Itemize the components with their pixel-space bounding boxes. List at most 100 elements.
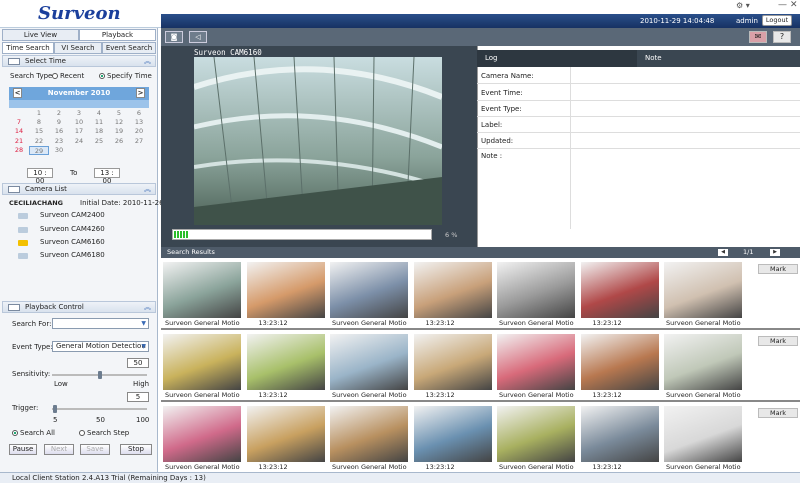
calendar-day[interactable]: 30: [49, 146, 69, 155]
result-thumbnail[interactable]: [330, 334, 408, 390]
calendar-day[interactable]: 13: [129, 118, 149, 127]
calendar-day[interactable]: 14: [9, 127, 29, 136]
tab-time-search[interactable]: Time Search: [2, 42, 54, 54]
prev-page-button[interactable]: ◀: [718, 249, 728, 256]
collapse-icon[interactable]: ︽: [144, 56, 151, 66]
collapse-icon[interactable]: ︽: [144, 184, 151, 194]
prev-month-button[interactable]: <: [13, 88, 22, 98]
result-thumbnail[interactable]: [664, 334, 742, 390]
result-thumbnail[interactable]: [497, 262, 575, 318]
calendar-day[interactable]: [9, 109, 29, 118]
logout-button[interactable]: Logout: [762, 15, 792, 26]
playback-progress-bar[interactable]: [172, 229, 432, 240]
calendar-day[interactable]: 11: [89, 118, 109, 127]
radio-circle[interactable]: [99, 73, 105, 79]
calendar-day[interactable]: 27: [129, 137, 149, 146]
next-page-button[interactable]: ▶: [770, 249, 780, 256]
to-time-input[interactable]: 13 : 00: [94, 168, 120, 185]
trigger-knob[interactable]: [53, 405, 57, 413]
result-thumbnail[interactable]: [580, 334, 659, 390]
radio-circle[interactable]: [52, 73, 58, 79]
result-thumbnail[interactable]: [413, 406, 492, 462]
mark-button[interactable]: Mark: [758, 264, 798, 274]
tab-vi-search[interactable]: VI Search: [54, 42, 102, 54]
radio-circle[interactable]: [12, 430, 18, 436]
camera-list-header[interactable]: Camera List ︽: [2, 183, 156, 195]
tab-event-search[interactable]: Event Search: [102, 42, 156, 54]
event-type-select[interactable]: General Motion Detection ▼: [52, 341, 149, 352]
result-thumbnail[interactable]: [246, 406, 325, 462]
calendar-day[interactable]: 26: [109, 137, 129, 146]
video-frame[interactable]: [194, 57, 442, 225]
playback-control-header[interactable]: Playback Control ︽: [2, 301, 156, 313]
calendar-day[interactable]: 2: [49, 109, 69, 118]
result-thumbnail[interactable]: [413, 334, 492, 390]
tab-log[interactable]: Log: [477, 50, 637, 67]
result-thumbnail[interactable]: [413, 262, 492, 318]
next-button[interactable]: Next: [44, 444, 74, 455]
calendar-day[interactable]: 8: [29, 118, 49, 127]
result-thumbnail[interactable]: [330, 262, 408, 318]
mark-button[interactable]: Mark: [758, 336, 798, 346]
calendar-day[interactable]: 6: [129, 109, 149, 118]
settings-menu-icon[interactable]: ⚙ ▾: [736, 1, 750, 10]
radio-search-step[interactable]: Search Step: [79, 429, 129, 437]
result-thumbnail[interactable]: [163, 406, 241, 462]
stop-button[interactable]: Stop: [120, 444, 152, 455]
calendar-day[interactable]: 7: [9, 118, 29, 127]
help-icon[interactable]: ?: [773, 31, 791, 43]
pause-button[interactable]: Pause: [9, 444, 37, 455]
from-time-input[interactable]: 10 : 00: [27, 168, 53, 185]
radio-recent[interactable]: Recent: [52, 72, 84, 80]
calendar-day[interactable]: 16: [49, 127, 69, 136]
calendar-day[interactable]: 17: [69, 127, 89, 136]
sensitivity-knob[interactable]: [98, 371, 102, 379]
calendar-day[interactable]: 22: [29, 137, 49, 146]
camera-group-name[interactable]: CECILIACHANG: [9, 199, 63, 207]
result-thumbnail[interactable]: [246, 262, 325, 318]
radio-search-all[interactable]: Search All: [12, 429, 55, 437]
calendar-day[interactable]: 25: [89, 137, 109, 146]
result-thumbnail[interactable]: [664, 262, 742, 318]
result-thumbnail[interactable]: [497, 406, 575, 462]
mark-button[interactable]: Mark: [758, 408, 798, 418]
calendar-day[interactable]: 12: [109, 118, 129, 127]
calendar-day[interactable]: 1: [29, 109, 49, 118]
calendar-day[interactable]: 21: [9, 137, 29, 146]
calendar-day[interactable]: 18: [89, 127, 109, 136]
result-thumbnail[interactable]: [580, 406, 659, 462]
calendar-day[interactable]: 9: [49, 118, 69, 127]
radio-specify-time[interactable]: Specify Time: [99, 72, 152, 80]
next-month-button[interactable]: >: [136, 88, 145, 98]
calendar-day[interactable]: 28: [9, 146, 29, 155]
tab-live-view[interactable]: Live View: [2, 29, 79, 41]
calendar-day-selected[interactable]: 29: [29, 145, 49, 155]
speaker-icon[interactable]: ◁: [189, 31, 207, 43]
select-time-header[interactable]: Select Time ︽: [2, 55, 156, 67]
result-thumbnail[interactable]: [163, 334, 241, 390]
calendar-day[interactable]: 23: [49, 137, 69, 146]
calendar-day[interactable]: 19: [109, 127, 129, 136]
calendar-day[interactable]: 3: [69, 109, 89, 118]
search-for-select[interactable]: ▼: [52, 318, 149, 329]
save-button[interactable]: Save: [80, 444, 110, 455]
calendar-grid[interactable]: 123456 7 8 9 10 11 12 13 14 15 16 17 18 19 20 21 22 23…: [9, 109, 149, 155]
result-thumbnail[interactable]: [580, 262, 659, 318]
result-thumbnail[interactable]: [246, 334, 325, 390]
calendar-day[interactable]: 4: [89, 109, 109, 118]
calendar-day[interactable]: 20: [129, 127, 149, 136]
snapshot-icon[interactable]: ◙: [165, 31, 183, 43]
result-thumbnail[interactable]: [497, 334, 575, 390]
close-icon[interactable]: ✕: [790, 0, 798, 10]
flag-icon[interactable]: ✉: [749, 31, 767, 43]
calendar-day[interactable]: 5: [109, 109, 129, 118]
calendar-day[interactable]: 10: [69, 118, 89, 127]
trigger-slider[interactable]: [52, 408, 147, 410]
tab-note[interactable]: Note: [637, 50, 800, 67]
minimize-icon[interactable]: —: [778, 0, 787, 10]
result-thumbnail[interactable]: [163, 262, 241, 318]
collapse-icon[interactable]: ︽: [144, 302, 151, 312]
calendar-day[interactable]: 24: [69, 137, 89, 146]
calendar-day[interactable]: 15: [29, 127, 49, 136]
tab-playback[interactable]: Playback: [79, 29, 156, 41]
